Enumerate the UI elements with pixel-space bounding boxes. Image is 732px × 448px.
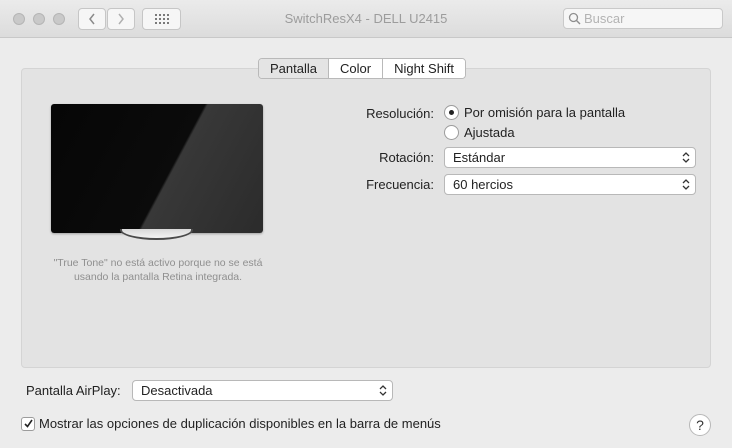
title-bar: SwitchResX4 - DELL U2415 xyxy=(0,0,732,38)
chevron-right-icon xyxy=(118,13,124,25)
tab-night-shift[interactable]: Night Shift xyxy=(382,59,466,78)
tab-pantalla[interactable]: Pantalla xyxy=(259,59,328,78)
resolution-label: Resolución: xyxy=(366,106,434,121)
frequency-select[interactable]: 60 hercios xyxy=(444,174,696,195)
search-input[interactable] xyxy=(584,11,714,26)
search-field[interactable] xyxy=(563,8,723,29)
rotation-label: Rotación: xyxy=(379,150,434,165)
rotation-value: Estándar xyxy=(453,150,506,165)
display-preview xyxy=(51,104,263,233)
radio-unselected[interactable] xyxy=(444,125,459,140)
tab-bar: Pantalla Color Night Shift xyxy=(258,58,467,79)
resolution-scaled-label: Ajustada xyxy=(464,125,515,140)
minimize-window-button[interactable] xyxy=(33,13,45,25)
tab-color[interactable]: Color xyxy=(327,59,383,78)
forward-button[interactable] xyxy=(107,8,135,30)
mirror-options-row[interactable]: Mostrar las opciones de duplicación disp… xyxy=(21,416,441,431)
resolution-scaled-option[interactable]: Ajustada xyxy=(444,125,515,140)
rotation-select[interactable]: Estándar xyxy=(444,147,696,168)
frequency-label: Frecuencia: xyxy=(366,177,434,192)
frequency-value: 60 hercios xyxy=(453,177,513,192)
chevron-up-down-icon xyxy=(379,385,387,396)
zoom-window-button[interactable] xyxy=(53,13,65,25)
mirror-options-label: Mostrar las opciones de duplicación disp… xyxy=(39,416,441,431)
grid-icon xyxy=(154,14,169,24)
airplay-label: Pantalla AirPlay: xyxy=(26,383,121,398)
back-button[interactable] xyxy=(78,8,106,30)
chevron-left-icon xyxy=(89,13,95,25)
resolution-default-option[interactable]: Por omisión para la pantalla xyxy=(444,105,625,120)
radio-selected[interactable] xyxy=(444,105,459,120)
airplay-select[interactable]: Desactivada xyxy=(132,380,393,401)
mirror-options-checkbox[interactable] xyxy=(21,416,35,431)
search-icon xyxy=(568,12,581,25)
checkmark-icon xyxy=(23,419,33,428)
resolution-default-label: Por omisión para la pantalla xyxy=(464,105,626,120)
chevron-up-down-icon xyxy=(682,152,690,163)
show-all-button[interactable] xyxy=(142,8,181,30)
chevron-up-down-icon xyxy=(682,179,690,190)
window-title: SwitchResX4 - DELL U2415 xyxy=(284,11,448,26)
close-window-button[interactable] xyxy=(13,13,25,25)
airplay-value: Desactivada xyxy=(141,383,213,398)
true-tone-note: "True Tone" no está activo porque no se … xyxy=(53,257,263,283)
help-button[interactable]: ? xyxy=(689,414,711,436)
